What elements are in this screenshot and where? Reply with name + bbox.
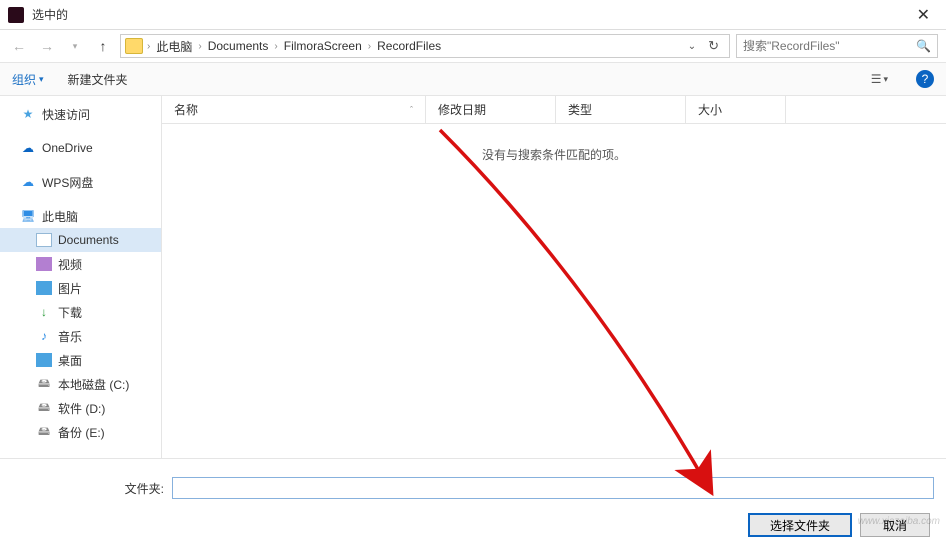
sidebar-label: 备份 (E:) bbox=[58, 424, 105, 441]
column-name[interactable]: 名称ˆ bbox=[162, 96, 426, 123]
monitor-icon: 🖥 bbox=[20, 209, 36, 223]
sidebar-label: 图片 bbox=[58, 280, 82, 297]
buttons-row: 选择文件夹 取消 bbox=[12, 513, 934, 537]
help-button[interactable]: ? bbox=[916, 70, 934, 88]
drive-icon: 🖴 bbox=[36, 401, 52, 415]
file-list-pane: 名称ˆ 修改日期 类型 大小 没有与搜索条件匹配的项。 bbox=[162, 96, 946, 458]
column-size[interactable]: 大小 bbox=[686, 96, 786, 123]
filename-row: 文件夹: bbox=[12, 477, 934, 499]
watermark: www.xiazaiba.com bbox=[858, 516, 940, 527]
sidebar-item-videos[interactable]: 视频 bbox=[0, 252, 161, 276]
recent-dropdown[interactable]: ▾ bbox=[64, 35, 86, 57]
folder-name-input[interactable] bbox=[172, 477, 934, 499]
picture-icon bbox=[36, 281, 52, 295]
chevron-down-icon: ▾ bbox=[883, 74, 888, 85]
breadcrumb[interactable]: › 此电脑 › Documents › FilmoraScreen › Reco… bbox=[120, 34, 730, 58]
chevron-down-icon[interactable]: ⌄ bbox=[688, 41, 696, 52]
sidebar-label: 快速访问 bbox=[42, 106, 90, 123]
chevron-right-icon: › bbox=[198, 41, 201, 52]
sidebar-label: Documents bbox=[58, 233, 119, 247]
sidebar-label: 桌面 bbox=[58, 352, 82, 369]
cloud-icon: ☁ bbox=[20, 141, 36, 155]
window-title: 选中的 bbox=[32, 6, 909, 23]
document-icon bbox=[36, 233, 52, 247]
empty-message: 没有与搜索条件匹配的项。 bbox=[162, 124, 946, 163]
crumb-filmorascreen[interactable]: FilmoraScreen bbox=[282, 39, 364, 53]
sidebar-label: 此电脑 bbox=[42, 208, 78, 225]
star-icon: ★ bbox=[20, 107, 36, 121]
drive-icon: 🖴 bbox=[36, 377, 52, 391]
crumb-documents[interactable]: Documents bbox=[206, 39, 271, 53]
new-folder-button[interactable]: 新建文件夹 bbox=[68, 71, 128, 88]
sidebar-label: WPS网盘 bbox=[42, 174, 93, 191]
navbar: ← → ▾ ↑ › 此电脑 › Documents › FilmoraScree… bbox=[0, 30, 946, 62]
sidebar-label: 视频 bbox=[58, 256, 82, 273]
sidebar-item-pictures[interactable]: 图片 bbox=[0, 276, 161, 300]
search-icon[interactable]: 🔍 bbox=[916, 39, 931, 53]
search-box[interactable]: 🔍 bbox=[736, 34, 938, 58]
search-input[interactable] bbox=[743, 39, 916, 53]
sidebar-item-documents[interactable]: Documents bbox=[0, 228, 161, 252]
sidebar-item-downloads[interactable]: ↓ 下载 bbox=[0, 300, 161, 324]
music-icon: ♪ bbox=[36, 329, 52, 343]
footer: 文件夹: 选择文件夹 取消 bbox=[0, 458, 946, 547]
sidebar-label: 软件 (D:) bbox=[58, 400, 105, 417]
sidebar: ★ 快速访问 ☁ OneDrive ☁ WPS网盘 🖥 此电脑 Documents 视频… bbox=[0, 96, 162, 458]
body: ★ 快速访问 ☁ OneDrive ☁ WPS网盘 🖥 此电脑 Documents 视频… bbox=[0, 96, 946, 458]
sidebar-label: 音乐 bbox=[58, 328, 82, 345]
sidebar-label: OneDrive bbox=[42, 141, 93, 155]
chevron-right-icon: › bbox=[274, 41, 277, 52]
titlebar: 选中的 ✕ bbox=[0, 0, 946, 30]
sidebar-item-onedrive[interactable]: ☁ OneDrive bbox=[0, 136, 161, 160]
desktop-icon bbox=[36, 353, 52, 367]
sidebar-item-this-pc[interactable]: 🖥 此电脑 bbox=[0, 204, 161, 228]
column-headers: 名称ˆ 修改日期 类型 大小 bbox=[162, 96, 946, 124]
sidebar-item-wps[interactable]: ☁ WPS网盘 bbox=[0, 170, 161, 194]
sidebar-label: 本地磁盘 (C:) bbox=[58, 376, 129, 393]
sidebar-item-quick-access[interactable]: ★ 快速访问 bbox=[0, 102, 161, 126]
column-date[interactable]: 修改日期 bbox=[426, 96, 556, 123]
crumb-pc[interactable]: 此电脑 bbox=[154, 38, 194, 55]
up-button[interactable]: ↑ bbox=[92, 35, 114, 57]
column-type[interactable]: 类型 bbox=[556, 96, 686, 123]
crumb-recordfiles[interactable]: RecordFiles bbox=[375, 39, 443, 53]
folder-label: 文件夹: bbox=[12, 480, 164, 497]
sidebar-item-drive-d[interactable]: 🖴 软件 (D:) bbox=[0, 396, 161, 420]
sort-indicator-icon: ˆ bbox=[410, 105, 413, 115]
close-button[interactable]: ✕ bbox=[909, 5, 938, 25]
app-icon bbox=[8, 7, 24, 23]
organize-menu[interactable]: 组织 ▾ bbox=[12, 71, 44, 88]
drive-icon: 🖴 bbox=[36, 425, 52, 439]
chevron-down-icon: ▾ bbox=[39, 74, 44, 85]
forward-button[interactable]: → bbox=[36, 35, 58, 57]
refresh-button[interactable]: ↻ bbox=[702, 38, 725, 54]
sidebar-label: 下载 bbox=[58, 304, 82, 321]
sidebar-item-music[interactable]: ♪ 音乐 bbox=[0, 324, 161, 348]
download-icon: ↓ bbox=[36, 305, 52, 319]
folder-icon bbox=[125, 38, 143, 54]
chevron-right-icon: › bbox=[147, 41, 150, 52]
cloud-icon: ☁ bbox=[20, 175, 36, 189]
back-button[interactable]: ← bbox=[8, 35, 30, 57]
view-options-button[interactable]: ☰▾ bbox=[867, 70, 892, 88]
list-icon: ☰ bbox=[871, 72, 882, 86]
video-icon bbox=[36, 257, 52, 271]
toolbar: 组织 ▾ 新建文件夹 ☰▾ ? bbox=[0, 62, 946, 96]
sidebar-item-drive-e[interactable]: 🖴 备份 (E:) bbox=[0, 420, 161, 444]
select-folder-button[interactable]: 选择文件夹 bbox=[748, 513, 852, 537]
sidebar-item-drive-c[interactable]: 🖴 本地磁盘 (C:) bbox=[0, 372, 161, 396]
chevron-right-icon: › bbox=[368, 41, 371, 52]
sidebar-item-desktop[interactable]: 桌面 bbox=[0, 348, 161, 372]
